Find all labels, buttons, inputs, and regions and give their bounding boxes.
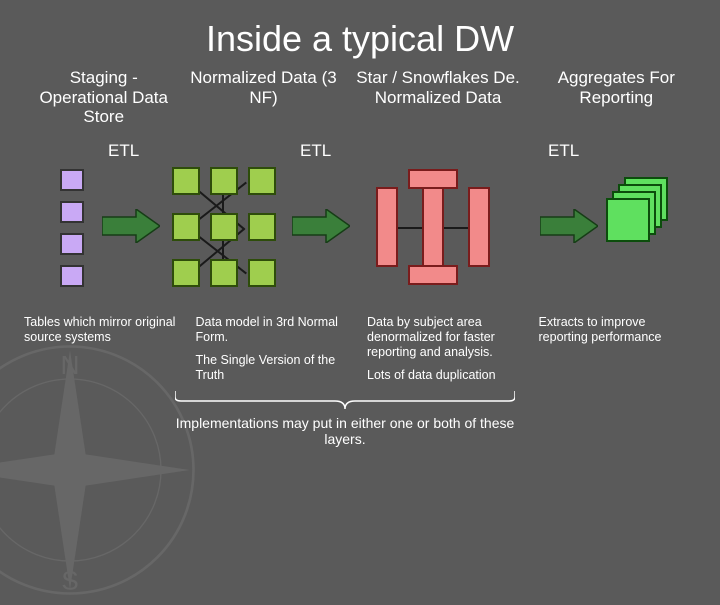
table-icon <box>248 259 276 287</box>
stage1-source-tables <box>60 169 84 287</box>
implementation-note: Implementations may put in either one or… <box>175 415 515 447</box>
source-table-icon <box>60 265 84 287</box>
stage-header-star: Star / Snowflakes De. Normalized Data <box>342 68 535 127</box>
table-icon <box>248 167 276 195</box>
fact-table-icon <box>422 187 444 267</box>
stage-desc-star: Data by subject area denormalized for fa… <box>367 315 525 391</box>
table-icon <box>172 213 200 241</box>
etl-label-2: ETL <box>300 141 331 161</box>
etl-label-3: ETL <box>548 141 579 161</box>
stage2-normalized-schema <box>170 167 280 287</box>
stage-header-normalized: Normalized Data (3 NF) <box>185 68 341 127</box>
dim-table-icon <box>408 265 458 285</box>
desc-text: Lots of data duplication <box>367 368 525 383</box>
fact-table-icon <box>376 187 398 267</box>
table-icon <box>248 213 276 241</box>
page-title: Inside a typical DW <box>0 0 720 68</box>
source-table-icon <box>60 233 84 255</box>
svg-text:S: S <box>61 566 78 596</box>
etl-arrow-icon <box>540 209 598 243</box>
stage-header-staging: Staging - Operational Data Store <box>22 68 185 127</box>
desc-text: The Single Version of the Truth <box>196 353 354 383</box>
stage-desc-staging: Tables which mirror original source syst… <box>24 315 182 391</box>
dim-table-icon <box>408 169 458 189</box>
stage-desc-aggregates: Extracts to improve reporting performanc… <box>539 315 697 391</box>
table-icon <box>210 213 238 241</box>
stage-desc-normalized: Data model in 3rd Normal Form. The Singl… <box>196 315 354 391</box>
extract-icon <box>606 198 650 242</box>
stage4-aggregate-extracts <box>608 177 678 247</box>
etl-arrow-icon <box>292 209 350 243</box>
table-icon <box>210 259 238 287</box>
implementation-note-area: Implementations may put in either one or… <box>0 397 720 431</box>
table-icon <box>172 259 200 287</box>
diagram-band: ETL ETL ETL <box>0 141 720 311</box>
desc-text: Tables which mirror original source syst… <box>24 315 182 345</box>
etl-arrow-icon <box>102 209 160 243</box>
desc-text: Data by subject area denormalized for fa… <box>367 315 525 360</box>
stage-headers-row: Staging - Operational Data Store Normali… <box>0 68 720 127</box>
stage-descriptions-row: Tables which mirror original source syst… <box>0 315 720 391</box>
table-icon <box>172 167 200 195</box>
fact-table-icon <box>468 187 490 267</box>
stage-header-aggregates: Aggregates For Reporting <box>535 68 698 127</box>
table-icon <box>210 167 238 195</box>
desc-text: Data model in 3rd Normal Form. <box>196 315 354 345</box>
source-table-icon <box>60 169 84 191</box>
brace-icon <box>175 391 515 409</box>
stage3-star-schema <box>358 169 508 289</box>
source-table-icon <box>60 201 84 223</box>
desc-text: Extracts to improve reporting performanc… <box>539 315 697 345</box>
etl-label-1: ETL <box>108 141 139 161</box>
